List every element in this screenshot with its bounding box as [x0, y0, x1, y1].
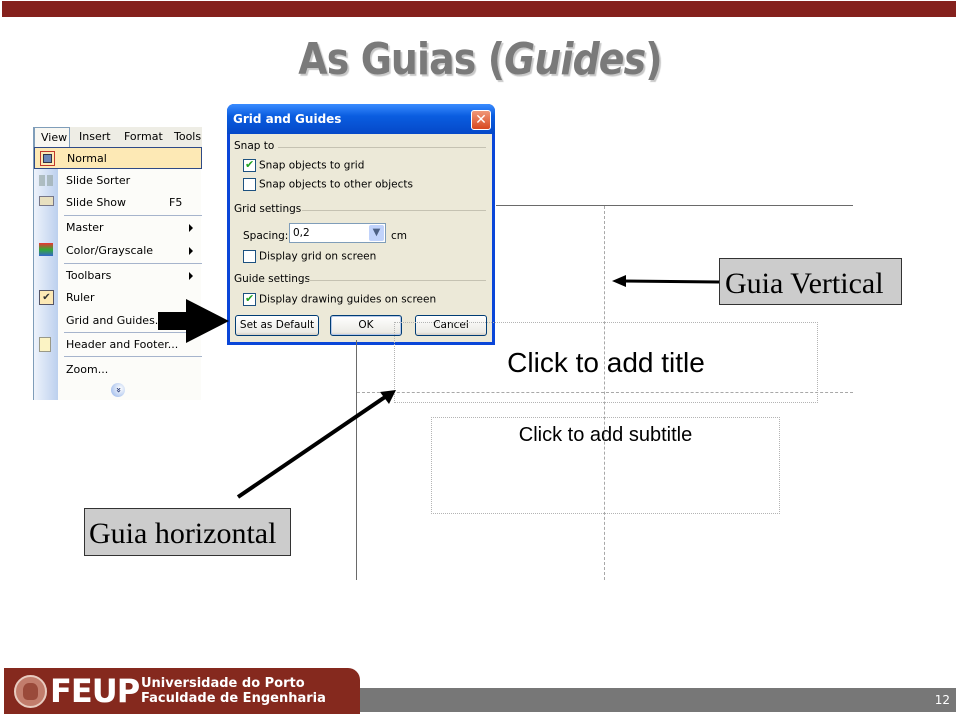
menu-item-label: Ruler: [66, 291, 95, 304]
menu-item-label: Slide Show: [66, 196, 127, 209]
guide-settings-group-label: Guide settings: [234, 273, 311, 285]
display-grid-checkbox[interactable]: [243, 250, 256, 263]
checkbox-label: Snap objects to grid: [259, 159, 365, 172]
group-divider: [278, 147, 486, 148]
spacing-label: Spacing:: [243, 230, 289, 242]
menu-tools[interactable]: Tools: [174, 130, 201, 143]
ok-button[interactable]: OK: [330, 315, 402, 336]
slide-show-icon: [39, 196, 54, 206]
menu-item-zoom[interactable]: Zoom...: [34, 359, 202, 381]
menu-item-label: Grid and Guides...: [66, 314, 166, 327]
menu-separator: [64, 215, 202, 216]
feup-logo: FEUP Universidade do Porto Faculdade de …: [4, 668, 360, 714]
color-grayscale-icon: [39, 243, 53, 256]
menu-item-label: Toolbars: [66, 269, 112, 282]
checkbox-label: Display drawing guides on screen: [259, 293, 437, 306]
title-placeholder[interactable]: Click to add title: [394, 322, 818, 403]
menu-item-label: Master: [66, 221, 104, 234]
horizontal-guide-arrow: [236, 390, 396, 499]
snap-to-grid-option[interactable]: Snap objects to grid: [243, 158, 365, 172]
menu-separator: [64, 332, 202, 333]
display-guides-checkbox[interactable]: [243, 292, 256, 306]
chevron-down-icon[interactable]: ▼: [369, 225, 384, 241]
menu-item-slide-sorter[interactable]: Slide Sorter: [34, 170, 202, 192]
set-as-default-button[interactable]: Set as Default: [235, 315, 319, 336]
menu-item-toolbars[interactable]: Toolbars: [34, 265, 202, 287]
subtitle-placeholder[interactable]: Click to add subtitle: [431, 417, 780, 514]
subtitle-placeholder-text: Click to add subtitle: [518, 424, 693, 446]
menu-separator: [64, 356, 202, 357]
title-text: As Guias (: [298, 34, 505, 85]
snap-to-objects-checkbox[interactable]: [243, 178, 256, 191]
university-name: Universidade do Porto: [141, 676, 305, 691]
snap-to-objects-option[interactable]: Snap objects to other objects: [243, 178, 413, 191]
title-placeholder-text: Click to add title: [507, 347, 705, 378]
vertical-guide-arrow: [612, 275, 720, 287]
menu-item-label: Zoom...: [66, 363, 109, 376]
horizontal-guide-callout: Guia horizontal: [84, 508, 291, 556]
menu-item-label: Slide Sorter: [66, 174, 131, 187]
menu-insert[interactable]: Insert: [79, 130, 111, 143]
submenu-arrow-icon: [189, 224, 193, 232]
expand-menu-icon[interactable]: »: [111, 383, 125, 397]
menu-item-label: Normal: [67, 152, 107, 165]
checkbox-label: Display grid on screen: [259, 250, 377, 263]
horizontal-guide[interactable]: [357, 392, 853, 393]
dialog-title: Grid and Guides: [233, 112, 342, 126]
menu-separator: [64, 263, 202, 264]
grid-and-guides-dialog: Grid and Guides ✕ Snap to Snap objects t…: [227, 104, 495, 345]
menu-format[interactable]: Format: [124, 130, 163, 143]
menu-item-label: Color/Grayscale: [66, 244, 154, 257]
university-seal-icon: [14, 675, 47, 708]
footer-bar: 12: [356, 688, 956, 712]
dialog-body: Snap to Snap objects to grid Snap object…: [230, 134, 492, 342]
close-icon[interactable]: ✕: [471, 110, 491, 130]
menu-item-header-footer[interactable]: Header and Footer...: [34, 334, 202, 356]
menu-item-master[interactable]: Master: [34, 217, 202, 239]
submenu-arrow-icon: [189, 272, 193, 280]
menu-item-slide-show[interactable]: Slide Show F5: [34, 192, 202, 214]
slide-title: As Guias (Guides): [67, 34, 893, 85]
grid-settings-group-label: Grid settings: [234, 203, 302, 215]
feup-wordmark: FEUP: [50, 672, 140, 710]
dialog-titlebar[interactable]: Grid and Guides ✕: [227, 104, 495, 134]
slide-left-edge: [356, 340, 357, 580]
group-divider: [302, 210, 486, 211]
group-divider: [308, 280, 486, 281]
top-banner: [2, 1, 956, 17]
menu-item-color-grayscale[interactable]: Color/Grayscale: [34, 240, 202, 262]
checkbox-label: Snap objects to other objects: [259, 178, 413, 191]
spacing-unit: cm: [391, 230, 408, 242]
title-italic-text: Guides: [504, 34, 646, 85]
menu-item-normal[interactable]: Normal: [34, 147, 202, 169]
normal-view-icon: [40, 151, 55, 166]
spacing-value: 0,2: [293, 227, 310, 239]
shortcut-label: F5: [169, 196, 183, 209]
title-paren: ): [645, 34, 662, 85]
institution-name: Universidade do Porto Faculdade de Engen…: [141, 676, 326, 706]
display-guides-option[interactable]: Display drawing guides on screen: [243, 292, 437, 306]
vertical-guide[interactable]: [604, 206, 605, 580]
submenu-arrow-icon: [189, 247, 193, 255]
view-menu: View Insert Format Tools Normal Slide So…: [33, 127, 202, 400]
menu-bar: View Insert Format Tools: [34, 127, 202, 147]
menu-item-ruler[interactable]: ✔ Ruler: [34, 287, 202, 309]
display-grid-option[interactable]: Display grid on screen: [243, 250, 376, 263]
check-icon: ✔: [39, 290, 54, 305]
header-footer-icon: [39, 337, 51, 352]
faculty-name: Faculdade de Engenharia: [141, 691, 326, 706]
snap-to-group-label: Snap to: [234, 140, 275, 152]
page-number: 12: [934, 693, 950, 707]
spacing-combobox[interactable]: 0,2 ▼: [289, 223, 386, 243]
menu-view[interactable]: View: [34, 127, 70, 147]
slide-top-edge: [496, 205, 853, 206]
menu-item-grid-and-guides[interactable]: Grid and Guides...: [34, 310, 202, 332]
snap-to-grid-checkbox[interactable]: [243, 158, 256, 172]
slide-sorter-icon: [39, 175, 54, 186]
menu-item-label: Header and Footer...: [66, 338, 179, 351]
vertical-guide-callout: Guia Vertical: [719, 258, 902, 305]
